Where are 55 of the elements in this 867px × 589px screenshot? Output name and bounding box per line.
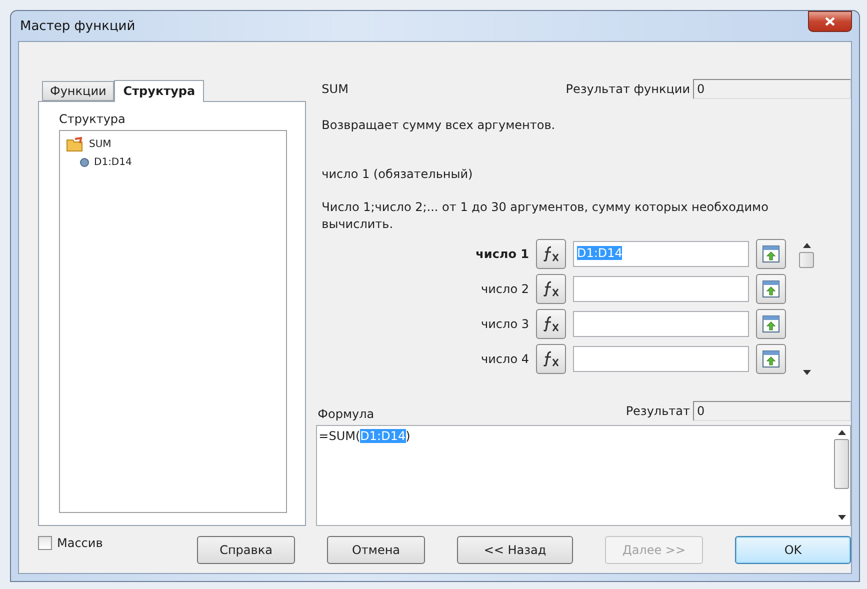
- close-button[interactable]: [808, 10, 852, 32]
- dialog-button[interactable]: OK: [735, 536, 851, 564]
- function-icon: [542, 351, 560, 367]
- result-label: Результат: [626, 404, 690, 418]
- function-icon: [542, 246, 560, 262]
- function-icon: [542, 281, 560, 297]
- result-field: 0: [693, 79, 851, 99]
- function-wizard-button[interactable]: [536, 309, 566, 339]
- dialog-button[interactable]: Справка: [197, 536, 295, 564]
- formula-label: Формула: [316, 407, 374, 421]
- argument-title: число 1 (обязательный): [320, 166, 474, 183]
- close-icon: [825, 16, 835, 26]
- dot-icon: [80, 158, 89, 166]
- shrink-button[interactable]: [756, 239, 786, 269]
- argument-field[interactable]: [573, 346, 749, 372]
- folder-icon: [66, 136, 84, 152]
- function-wizard-button[interactable]: [536, 274, 566, 304]
- function-icon: [542, 316, 560, 332]
- tab[interactable]: Структура: [114, 80, 204, 102]
- argument-field[interactable]: [573, 311, 749, 337]
- scroll-down-icon[interactable]: [802, 370, 810, 375]
- structure-label: Структура: [59, 112, 126, 126]
- tab[interactable]: Функции: [42, 81, 114, 101]
- scroll-down-icon[interactable]: [838, 515, 846, 520]
- function-name: SUM: [320, 82, 348, 96]
- formula-field[interactable]: =SUM(D1:D14): [316, 425, 851, 526]
- result-label: Результат функции: [566, 82, 690, 96]
- shrink-icon: [762, 350, 780, 368]
- dialog-button[interactable]: Отмена: [327, 536, 425, 564]
- shrink-icon: [762, 245, 780, 263]
- argument-field[interactable]: [573, 276, 749, 302]
- shrink-icon: [762, 315, 780, 333]
- argument-label: число 3: [480, 317, 529, 331]
- function-wizard-button[interactable]: [536, 344, 566, 374]
- shrink-button[interactable]: [756, 344, 786, 374]
- dialog-button[interactable]: << Назад: [457, 536, 573, 564]
- tree-item[interactable]: D1:D14: [94, 156, 132, 168]
- argument-label: число 1: [474, 247, 529, 261]
- window-title: Мастер функций: [19, 18, 136, 34]
- argument-label: число 4: [480, 352, 529, 366]
- argument-label: число 2: [480, 282, 529, 296]
- shrink-button[interactable]: [756, 274, 786, 304]
- shrink-icon: [762, 280, 780, 298]
- function-wizard-button[interactable]: [536, 239, 566, 269]
- scroll-up-icon[interactable]: [802, 243, 810, 248]
- argument-description: Число 1;число 2;... от 1 до 30 аргументов, сумму которых необходимо вычислить.: [320, 199, 770, 233]
- function-description: Возвращает сумму всех аргументов.: [320, 117, 556, 134]
- shrink-button[interactable]: [756, 309, 786, 339]
- array-label: Массив: [57, 536, 103, 550]
- array-checkbox[interactable]: [38, 536, 52, 550]
- tree-item[interactable]: SUM: [89, 138, 112, 150]
- scroll-thumb[interactable]: [834, 439, 849, 489]
- scroll-up-icon[interactable]: [838, 430, 846, 435]
- scroll-thumb[interactable]: [799, 252, 814, 268]
- result-field: 0: [693, 401, 851, 421]
